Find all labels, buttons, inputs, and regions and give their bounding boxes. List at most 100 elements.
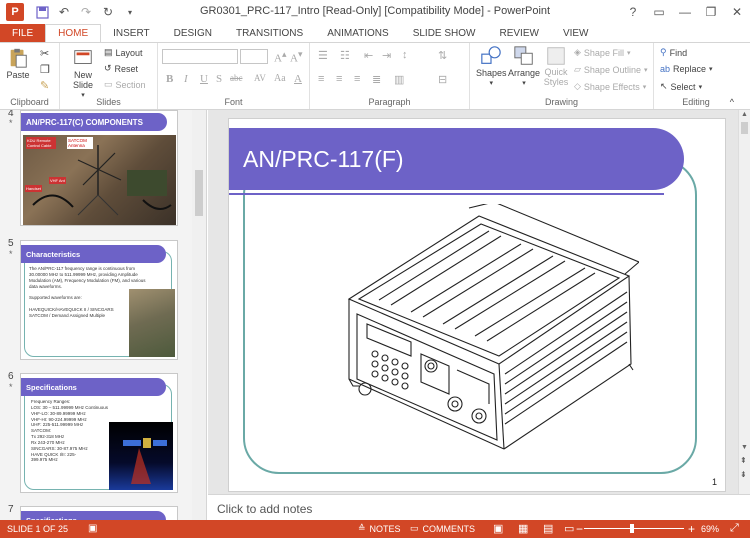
thumbnail-scroll-thumb[interactable] [195, 170, 203, 216]
reading-view-icon[interactable]: ▤ [543, 522, 553, 535]
numbering-icon[interactable]: ☷ [340, 49, 350, 62]
format-painter-icon[interactable]: ✎ [40, 79, 49, 92]
shape-outline-icon: ▱ [574, 64, 581, 74]
minimize-icon[interactable]: — [672, 0, 698, 24]
align-left-icon[interactable]: ≡ [318, 73, 324, 85]
tab-animations[interactable]: ANIMATIONS [315, 24, 400, 42]
comments-button[interactable]: ▭ COMMENTS [410, 523, 475, 534]
shape-fill-button[interactable]: ◈ Shape Fill ▾ [574, 47, 630, 58]
thumbnail-scrollbar[interactable] [192, 110, 206, 520]
slideshow-icon[interactable]: ▭ [564, 522, 574, 535]
slide-sorter-icon[interactable]: ▦ [518, 522, 528, 535]
tab-design[interactable]: DESIGN [162, 24, 224, 42]
notes-pane[interactable]: Click to add notes [208, 494, 750, 520]
decrease-font-icon[interactable]: A▾ [290, 49, 303, 65]
next-slide-icon[interactable]: ⇟ [740, 470, 747, 479]
slide-title[interactable]: AN/PRC-117(F) [229, 128, 684, 190]
zoom-out-button[interactable]: − [576, 522, 583, 536]
justify-icon[interactable]: ≣ [372, 73, 381, 86]
text-direction-icon[interactable]: ⇅ [438, 49, 447, 62]
current-slide[interactable]: AN/PRC-117(F) 1 [228, 118, 726, 492]
change-case-button[interactable]: Aa [274, 73, 286, 84]
font-group: A▴ A▾ B I U S abc AV Aa A Font [158, 43, 310, 109]
scroll-up-icon[interactable]: ▲ [741, 111, 748, 118]
slide-scroll-thumb[interactable] [741, 122, 748, 134]
satellite-image [109, 422, 173, 490]
previous-slide-icon[interactable]: ⇞ [740, 456, 747, 465]
spelling-icon[interactable]: ▣ [88, 523, 97, 534]
quick-styles-button[interactable]: Quick Styles [542, 45, 570, 88]
bold-button[interactable]: B [166, 73, 173, 85]
zoom-in-button[interactable]: + [688, 522, 695, 536]
arrange-button[interactable]: Arrange ▾ [508, 45, 540, 87]
fit-slide-icon[interactable]: ⤢ [730, 522, 739, 535]
bullets-icon[interactable]: ☰ [318, 49, 328, 62]
reset-button[interactable]: ↺ Reset [104, 63, 138, 74]
notes-button[interactable]: ≙ NOTES [358, 523, 401, 534]
align-center-icon[interactable]: ≡ [336, 73, 342, 85]
shape-effects-button[interactable]: ◇ Shape Effects ▾ [574, 81, 646, 92]
ribbon-display-icon[interactable]: ▭ [646, 0, 672, 24]
customize-icon[interactable]: ▾ [122, 4, 138, 20]
new-slide-label: New Slide [72, 70, 93, 90]
section-button[interactable]: ▭ Section [104, 79, 146, 90]
slide-thumbnail-6[interactable]: Specifications Frequency Ranges: LOS: 30… [20, 373, 178, 493]
zoom-slider-track[interactable] [584, 528, 684, 529]
tab-view[interactable]: VIEW [551, 24, 601, 42]
editing-label: Editing [682, 97, 710, 107]
tab-file[interactable]: FILE [0, 24, 46, 42]
tab-transitions[interactable]: TRANSITIONS [224, 24, 315, 42]
redo-icon[interactable]: ↷ [78, 4, 94, 20]
tab-insert[interactable]: INSERT [101, 24, 162, 42]
underline-button[interactable]: U [200, 73, 208, 85]
slide-scrollbar[interactable]: ▲ ▼ ⇞ ⇟ [738, 110, 750, 494]
zoom-level[interactable]: 69% [701, 524, 719, 534]
tab-slide-show[interactable]: SLIDE SHOW [401, 24, 488, 42]
align-right-icon[interactable]: ≡ [354, 73, 360, 85]
powerpoint-logo-icon: P [6, 3, 24, 21]
slide-thumbnail-5[interactable]: Characteristics The AN/PRC-117 frequency… [20, 240, 178, 360]
align-text-icon[interactable]: ⊟ [438, 73, 447, 86]
shadow-button[interactable]: S [216, 73, 222, 85]
scroll-down-icon[interactable]: ▼ [741, 444, 748, 451]
replace-button[interactable]: ab Replace ▾ [660, 64, 713, 74]
tab-review[interactable]: REVIEW [487, 24, 550, 42]
line-spacing-icon[interactable]: ↕ [402, 49, 408, 61]
shape-outline-button[interactable]: ▱ Shape Outline ▾ [574, 64, 647, 75]
restore-icon[interactable]: ❐ [698, 0, 724, 24]
shapes-button[interactable]: Shapes ▾ [476, 45, 507, 87]
increase-indent-icon[interactable]: ⇥ [382, 49, 391, 62]
zoom-slider-thumb[interactable] [630, 524, 634, 533]
tab-home[interactable]: HOME [45, 24, 102, 42]
layout-button[interactable]: ▤ Layout [104, 47, 143, 58]
save-icon[interactable] [34, 4, 50, 20]
italic-button[interactable]: I [184, 73, 188, 85]
font-size-input[interactable] [240, 49, 268, 64]
quick-styles-icon [547, 47, 565, 65]
slide-thumbnail-7[interactable]: Specifications [20, 506, 178, 520]
find-button[interactable]: ⚲ Find [660, 47, 687, 58]
select-button[interactable]: ↖ Select ▾ [660, 81, 702, 92]
notes-icon: ≙ [358, 523, 366, 533]
collapse-ribbon-icon[interactable]: ^ [730, 97, 734, 107]
cut-icon[interactable]: ✂ [40, 47, 49, 60]
ribbon-tabs: FILE HOME INSERT DESIGN TRANSITIONS ANIM… [0, 24, 750, 42]
columns-icon[interactable]: ▥ [394, 73, 404, 86]
close-icon[interactable]: ✕ [724, 0, 750, 24]
strikethrough-button[interactable]: abc [230, 73, 243, 83]
thumbnail-label: SATCOM Antenna [67, 137, 93, 149]
copy-icon[interactable]: ❐ [40, 63, 50, 76]
undo-icon[interactable]: ↶ [56, 4, 72, 20]
slide-thumbnail-4[interactable]: AN/PRC-117(C) COMPONENTS KDU Remote Cont… [20, 110, 178, 226]
increase-font-icon[interactable]: A▴ [274, 49, 287, 65]
slide-counter: SLIDE 1 OF 25 [7, 524, 69, 534]
font-name-input[interactable] [162, 49, 238, 64]
new-slide-button[interactable]: New Slide ▾ [68, 47, 98, 99]
help-icon[interactable]: ? [620, 0, 646, 24]
character-spacing-button[interactable]: AV [254, 73, 266, 83]
paste-button[interactable]: Paste [6, 47, 30, 80]
repeat-icon[interactable]: ↻ [100, 4, 116, 20]
decrease-indent-icon[interactable]: ⇤ [364, 49, 373, 62]
font-color-button[interactable]: A [294, 73, 302, 85]
normal-view-icon[interactable]: ▣ [493, 522, 503, 535]
